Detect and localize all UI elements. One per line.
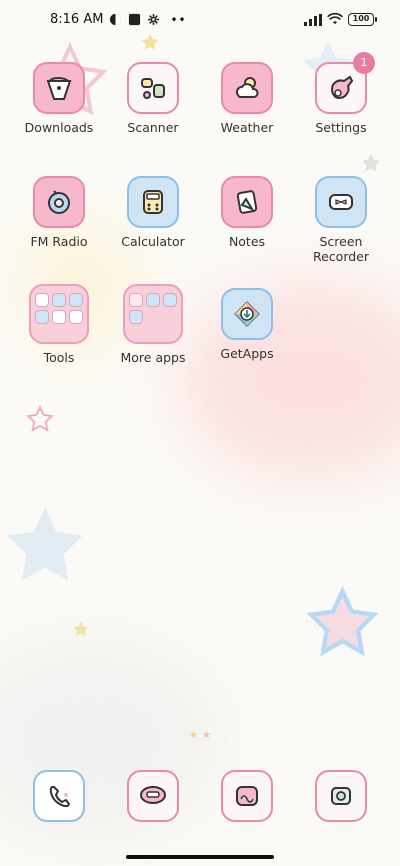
more-icon: ••	[170, 12, 187, 27]
mini-app-icon	[35, 293, 49, 307]
folder-tools[interactable]: Tools	[12, 284, 106, 365]
camera-icon	[315, 770, 367, 822]
mini-app-icon	[129, 293, 143, 307]
phone-icon	[33, 770, 85, 822]
folder-more-apps[interactable]: More apps	[106, 284, 200, 365]
star-decoration	[7, 507, 83, 581]
app-downloads[interactable]: Downloads	[12, 62, 106, 135]
mini-app-icon	[69, 310, 83, 324]
signal-icon	[304, 13, 322, 26]
wifi-icon	[327, 13, 343, 25]
app-settings[interactable]: 1 Settings	[294, 52, 388, 135]
app-label: More apps	[120, 350, 186, 365]
mini-app-icon	[69, 293, 83, 307]
square-icon	[129, 13, 141, 26]
page-dot: ★	[202, 730, 211, 741]
mini-app-icon	[163, 293, 177, 307]
dock-browser[interactable]	[200, 770, 294, 822]
app-scanner[interactable]: Scanner	[106, 62, 200, 135]
mini-app-icon	[52, 310, 66, 324]
app-label: Tools	[43, 350, 75, 365]
star-decoration	[361, 153, 381, 172]
app-getapps[interactable]: GetApps	[200, 288, 294, 361]
star-decoration	[26, 405, 54, 432]
getapps-icon	[221, 288, 273, 340]
scanner-icon	[127, 62, 179, 114]
app-label: Screen Recorder	[312, 234, 370, 264]
status-time: 8:16 AM	[50, 12, 104, 27]
half-moon-icon	[110, 13, 122, 26]
app-label: FM Radio	[30, 234, 88, 249]
dock-phone[interactable]	[12, 770, 106, 822]
app-screen-recorder[interactable]: Screen Recorder	[294, 176, 388, 264]
gear-icon	[148, 14, 160, 25]
folder-icon	[123, 284, 183, 344]
mini-app-icon	[129, 310, 143, 324]
radio-icon	[33, 176, 85, 228]
star-decoration	[306, 586, 379, 657]
app-label: Downloads	[24, 120, 94, 135]
dock-camera[interactable]	[294, 770, 388, 822]
page-indicator[interactable]: ★ ★	[0, 730, 400, 741]
mini-app-icon	[35, 310, 49, 324]
app-label: Scanner	[127, 120, 179, 135]
calculator-icon	[127, 176, 179, 228]
app-fm-radio[interactable]: FM Radio	[12, 176, 106, 249]
app-weather[interactable]: Weather	[200, 62, 294, 135]
screen-recorder-icon	[315, 176, 367, 228]
notification-badge: 1	[353, 52, 375, 74]
status-bar: 8:16 AM •• 100	[0, 0, 400, 44]
app-label: Settings	[315, 120, 367, 135]
battery-icon: 100	[348, 13, 377, 26]
dock-messages[interactable]	[106, 770, 200, 822]
app-calculator[interactable]: Calculator	[106, 176, 200, 249]
app-notes[interactable]: Notes	[200, 176, 294, 249]
app-label: GetApps	[220, 346, 274, 361]
mini-app-icon	[52, 293, 66, 307]
star-decoration	[73, 621, 89, 637]
messages-icon	[127, 770, 179, 822]
mini-app-icon	[146, 293, 160, 307]
folder-icon	[29, 284, 89, 344]
app-label: Calculator	[121, 234, 185, 249]
browser-icon	[221, 770, 273, 822]
weather-icon	[221, 62, 273, 114]
battery-level: 100	[352, 14, 370, 23]
downloads-icon	[33, 62, 85, 114]
dock	[0, 770, 400, 822]
status-left: 8:16 AM ••	[50, 12, 187, 27]
page-dot-active: ★	[189, 730, 198, 741]
gesture-handle[interactable]	[126, 855, 274, 859]
app-label: Weather	[220, 120, 274, 135]
status-right: 100	[304, 13, 377, 26]
app-label: Notes	[228, 234, 266, 249]
settings-icon: 1	[315, 52, 375, 114]
notes-icon	[221, 176, 273, 228]
